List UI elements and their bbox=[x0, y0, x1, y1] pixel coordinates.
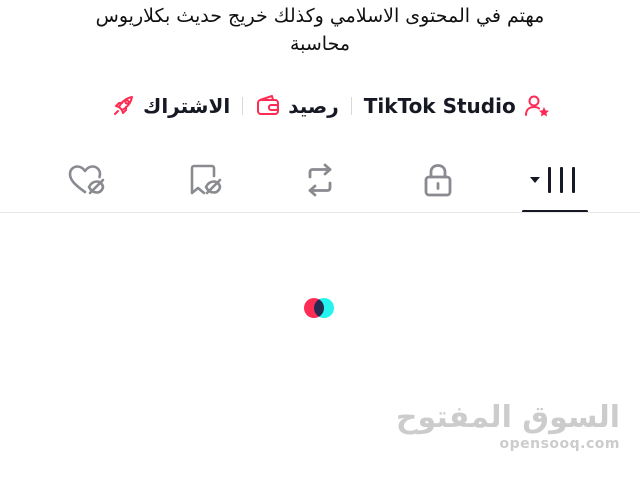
loader-cyan-dot bbox=[314, 298, 334, 318]
balance-link[interactable]: رصيد bbox=[255, 94, 339, 118]
watermark: السوق المفتوح opensooq.com bbox=[396, 400, 620, 452]
tabs-divider bbox=[0, 212, 640, 213]
bio-line-1: مهتم في المحتوى الاسلامي وكذلك خريج حديث… bbox=[95, 5, 545, 27]
links-separator bbox=[242, 97, 244, 115]
lock-icon bbox=[422, 163, 454, 197]
watermark-latin: opensooq.com bbox=[499, 436, 620, 452]
balance-label: رصيد bbox=[288, 94, 339, 118]
tiktok-studio-link[interactable]: TikTok Studio bbox=[364, 93, 551, 119]
liked-hidden-icon bbox=[67, 163, 105, 197]
subscription-label: الاشتراك bbox=[143, 94, 231, 118]
subscription-link[interactable]: الاشتراك bbox=[110, 93, 230, 119]
watermark-arabic: السوق المفتوح bbox=[395, 400, 620, 435]
grid-videos-icon bbox=[528, 164, 578, 196]
rocket-icon bbox=[110, 93, 136, 119]
creator-star-icon bbox=[523, 93, 551, 119]
tiktok-studio-label: TikTok Studio bbox=[363, 94, 516, 118]
tab-liked[interactable] bbox=[56, 155, 116, 205]
bio-line-2: محاسبة bbox=[289, 33, 351, 55]
tab-private[interactable] bbox=[408, 155, 468, 205]
links-separator bbox=[350, 97, 352, 115]
tab-favorites[interactable] bbox=[177, 155, 237, 205]
profile-bio: مهتم في المحتوى الاسلامي وكذلك خريج حديث… bbox=[20, 2, 620, 58]
repost-icon bbox=[302, 163, 338, 197]
favorites-hidden-icon bbox=[188, 163, 226, 197]
profile-links-row: الاشتراك رصيد TikTok Studio bbox=[110, 92, 551, 120]
wallet-icon bbox=[255, 94, 281, 118]
profile-tabs bbox=[0, 155, 640, 213]
loading-spinner bbox=[304, 297, 338, 319]
tab-reposts[interactable] bbox=[290, 155, 350, 205]
tab-videos[interactable] bbox=[523, 155, 583, 205]
